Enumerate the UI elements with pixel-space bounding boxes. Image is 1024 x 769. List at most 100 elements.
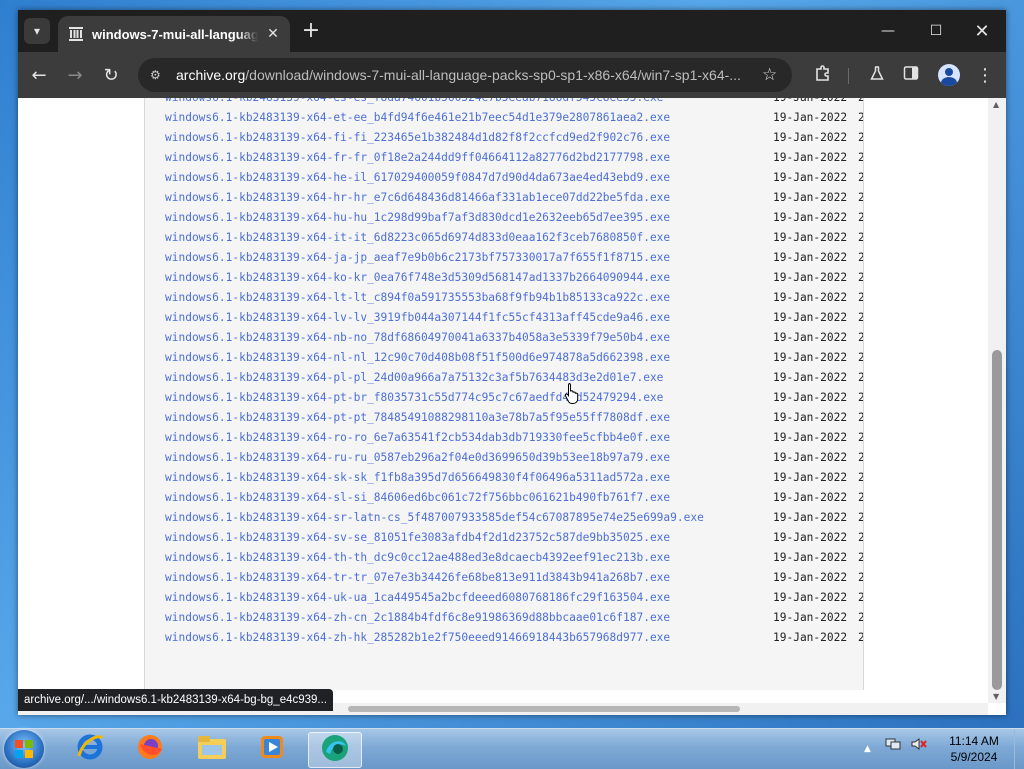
side-panel-button[interactable]	[898, 62, 924, 88]
file-extra: 2	[858, 208, 863, 228]
file-extra: 2	[858, 188, 863, 208]
taskbar-media-player[interactable]	[246, 732, 298, 766]
file-link[interactable]: windows6.1-kb2483139-x64-zh-cn_2c1884b4f…	[165, 608, 670, 628]
tab-search-button[interactable]: ▾	[24, 18, 50, 44]
reload-button[interactable]: ↻	[98, 62, 124, 88]
file-link[interactable]: windows6.1-kb2483139-x64-sr-latn-cs_5f48…	[165, 508, 704, 528]
file-link[interactable]: windows6.1-kb2483139-x64-lt-lt_c894f0a59…	[165, 288, 670, 308]
file-link[interactable]: windows6.1-kb2483139-x64-tr-tr_07e7e3b34…	[165, 568, 670, 588]
file-link[interactable]: windows6.1-kb2483139-x64-es-es_f8da74601…	[165, 98, 663, 108]
close-tab-icon[interactable]: ✕	[264, 26, 282, 42]
file-link[interactable]: windows6.1-kb2483139-x64-ru-ru_0587eb296…	[165, 448, 670, 468]
url-host: archive.org	[176, 67, 246, 83]
scroll-down-arrow-icon[interactable]: ▼	[993, 692, 999, 701]
file-extra: 2	[858, 508, 863, 528]
taskbar-file-explorer[interactable]	[186, 732, 238, 766]
show-desktop-button[interactable]	[1014, 729, 1024, 769]
file-link[interactable]: windows6.1-kb2483139-x64-fr-fr_0f18e2a24…	[165, 148, 670, 168]
star-icon[interactable]: ☆	[762, 65, 777, 85]
file-link[interactable]: windows6.1-kb2483139-x64-sv-se_81051fe30…	[165, 528, 670, 548]
puzzle-icon	[814, 64, 832, 86]
menu-button[interactable]: ⋮	[972, 62, 998, 88]
file-link[interactable]: windows6.1-kb2483139-x64-lv-lv_3919fb044…	[165, 308, 670, 328]
file-extra: 2	[858, 168, 863, 188]
table-row: windows6.1-kb2483139-x64-sk-sk_f1fb8a395…	[165, 468, 863, 488]
file-date: 19-Jan-2022	[773, 431, 848, 444]
file-link[interactable]: windows6.1-kb2483139-x64-uk-ua_1ca449545…	[165, 588, 670, 608]
table-row: windows6.1-kb2483139-x64-zh-cn_2c1884b4f…	[165, 608, 863, 628]
tray-expand-arrow-icon[interactable]: ▲	[864, 744, 871, 754]
system-clock[interactable]: 11:14 AM 5/9/2024	[936, 733, 1012, 765]
file-extra: 2	[858, 368, 863, 388]
forward-button[interactable]: →	[62, 62, 88, 88]
file-link[interactable]: windows6.1-kb2483139-x64-ko-kr_0ea76f748…	[165, 268, 670, 288]
file-link[interactable]: windows6.1-kb2483139-x64-pl-pl_24d00a966…	[165, 368, 663, 388]
url-path: /download/windows-7-mui-all-language-pac…	[245, 67, 741, 83]
url-text[interactable]: archive.org/download/windows-7-mui-all-l…	[176, 67, 756, 83]
file-date: 19-Jan-2022	[773, 211, 848, 224]
file-link[interactable]: windows6.1-kb2483139-x64-ro-ro_6e7a63541…	[165, 428, 670, 448]
file-extra: 2	[858, 388, 863, 408]
file-link[interactable]: windows6.1-kb2483139-x64-nb-no_78df68604…	[165, 328, 670, 348]
file-link[interactable]: windows6.1-kb2483139-x64-et-ee_b4fd94f6e…	[165, 108, 670, 128]
table-row: windows6.1-kb2483139-x64-lv-lv_3919fb044…	[165, 308, 863, 328]
scroll-up-arrow-icon[interactable]: ▲	[993, 100, 999, 109]
minimize-button[interactable]: —	[866, 18, 910, 44]
table-row: windows6.1-kb2483139-x64-sv-se_81051fe30…	[165, 528, 863, 548]
network-icon[interactable]	[885, 738, 905, 754]
file-link[interactable]: windows6.1-kb2483139-x64-fi-fi_223465e1b…	[165, 128, 670, 148]
file-link[interactable]: windows6.1-kb2483139-x64-nl-nl_12c90c70d…	[165, 348, 670, 368]
taskbar-browser[interactable]	[308, 732, 362, 768]
close-window-button[interactable]: ✕	[960, 18, 1004, 44]
file-link[interactable]: windows6.1-kb2483139-x64-zh-hk_285282b1e…	[165, 628, 670, 648]
file-link[interactable]: windows6.1-kb2483139-x64-pt-pt_784854910…	[165, 408, 670, 428]
table-row: windows6.1-kb2483139-x64-ko-kr_0ea76f748…	[165, 268, 863, 288]
file-link[interactable]: windows6.1-kb2483139-x64-sl-si_84606ed6b…	[165, 488, 670, 508]
file-link[interactable]: windows6.1-kb2483139-x64-hr-hr_e7c6d6484…	[165, 188, 670, 208]
file-link[interactable]: windows6.1-kb2483139-x64-th-th_dc9c0cc12…	[165, 548, 670, 568]
side-panel-icon	[903, 65, 919, 85]
vertical-scrollbar[interactable]: ▲ ▼	[988, 98, 1006, 703]
file-link[interactable]: windows6.1-kb2483139-x64-he-il_617029400…	[165, 168, 670, 188]
labs-button[interactable]	[864, 62, 890, 88]
file-explorer-icon	[196, 733, 228, 765]
file-date: 19-Jan-2022	[773, 551, 848, 564]
taskbar-internet-explorer[interactable]	[64, 732, 116, 766]
file-date: 19-Jan-2022	[773, 191, 848, 204]
file-link[interactable]: windows6.1-kb2483139-x64-it-it_6d8223c06…	[165, 228, 670, 248]
file-date: 19-Jan-2022	[773, 111, 848, 124]
new-tab-button[interactable]: +	[300, 20, 322, 42]
file-date: 19-Jan-2022	[773, 511, 848, 524]
file-link[interactable]: windows6.1-kb2483139-x64-sk-sk_f1fb8a395…	[165, 468, 670, 488]
address-bar[interactable]: ⚙ archive.org/download/windows-7-mui-all…	[138, 58, 792, 92]
file-date: 19-Jan-2022	[773, 171, 848, 184]
table-row: windows6.1-kb2483139-x64-it-it_6d8223c06…	[165, 228, 863, 248]
close-icon: ✕	[974, 20, 990, 42]
file-link[interactable]: windows6.1-kb2483139-x64-ja-jp_aeaf7e9b0…	[165, 248, 670, 268]
table-row: windows6.1-kb2483139-x64-hu-hu_1c298d99b…	[165, 208, 863, 228]
start-button[interactable]	[4, 730, 44, 768]
maximize-button[interactable]: ☐	[914, 18, 958, 44]
taskbar-firefox[interactable]	[124, 732, 176, 766]
file-date: 19-Jan-2022	[773, 98, 847, 108]
volume-muted-icon[interactable]	[911, 738, 927, 754]
file-extra: 2	[858, 248, 863, 268]
tab-title: windows-7-mui-all-language-packs-sp0-sp1…	[92, 26, 258, 42]
profile-button[interactable]	[936, 62, 962, 88]
horizontal-scrollbar-thumb[interactable]	[348, 706, 740, 712]
table-row: windows6.1-kb2483139-x64-nl-nl_12c90c70d…	[165, 348, 863, 368]
browser-icon	[319, 732, 351, 768]
file-link[interactable]: windows6.1-kb2483139-x64-pt-br_f8035731c…	[165, 388, 663, 408]
extensions-button[interactable]	[810, 62, 836, 88]
file-extra: 2	[858, 608, 863, 628]
file-extra: 2	[858, 528, 863, 548]
scrollbar-thumb[interactable]	[992, 350, 1002, 690]
clock-date: 5/9/2024	[950, 750, 998, 764]
file-date: 19-Jan-2022	[773, 251, 848, 264]
file-date: 19-Jan-2022	[773, 351, 848, 364]
back-button[interactable]: ←	[26, 62, 52, 88]
system-tray: ▲	[864, 737, 927, 754]
tune-icon[interactable]: ⚙	[150, 68, 166, 82]
active-tab[interactable]: windows-7-mui-all-language-packs-sp0-sp1…	[58, 16, 290, 52]
file-link[interactable]: windows6.1-kb2483139-x64-hu-hu_1c298d99b…	[165, 208, 670, 228]
